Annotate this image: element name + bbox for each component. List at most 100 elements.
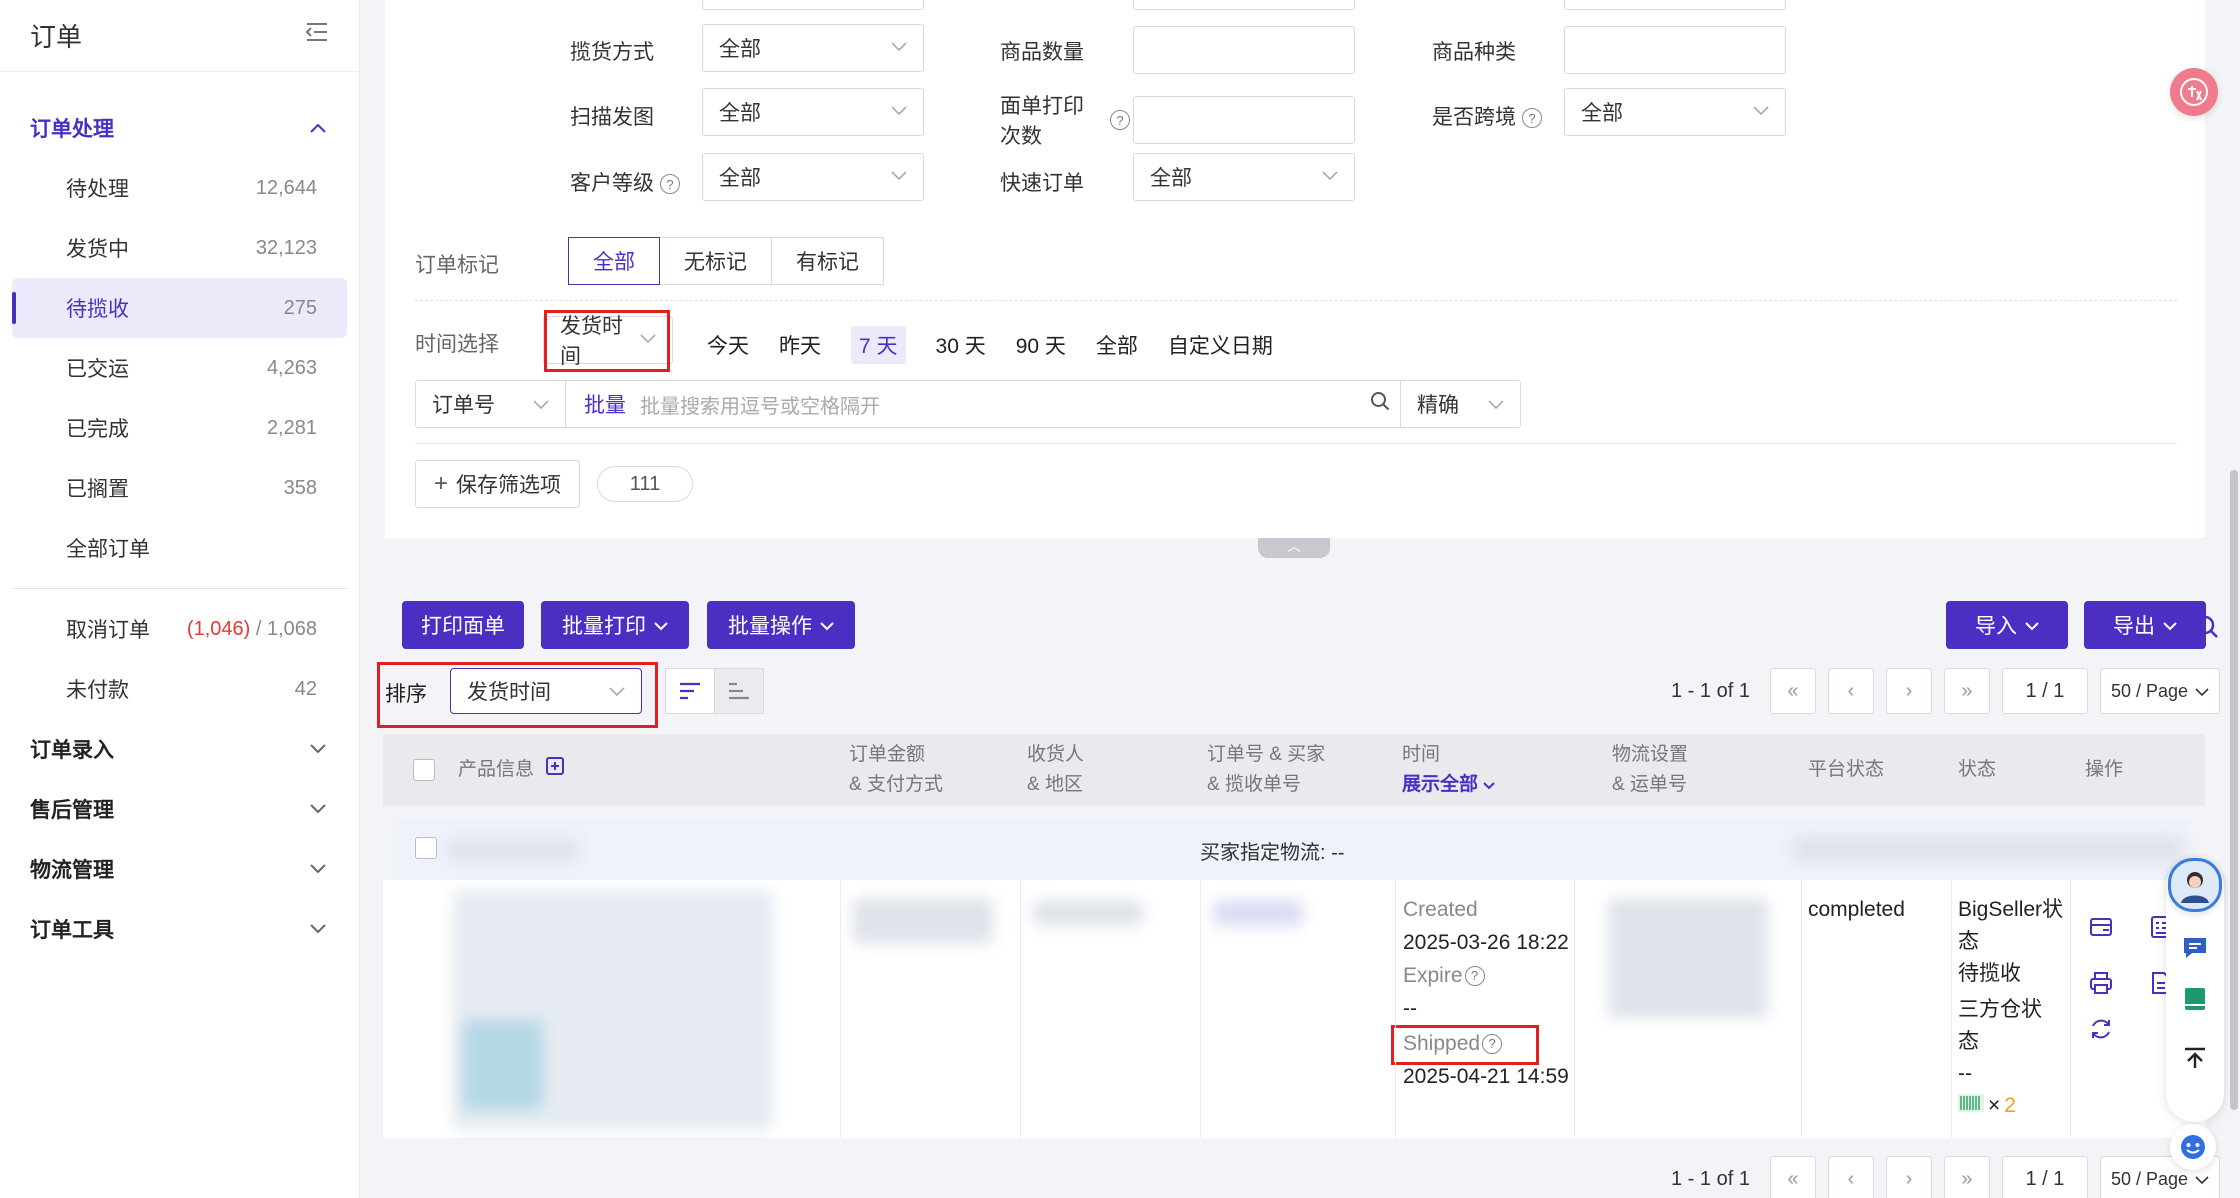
highlight-box xyxy=(544,310,670,372)
chevron-down-icon xyxy=(309,919,327,940)
filter-input-partial[interactable] xyxy=(1133,0,1355,10)
first-page-icon[interactable]: « xyxy=(1769,668,1816,714)
item-qty-input[interactable] xyxy=(1133,26,1355,74)
page-size-select[interactable]: 50 / Page xyxy=(2099,668,2220,714)
time-option-90d[interactable]: 90 天 xyxy=(1016,330,1066,360)
sidebar-item-all-orders[interactable]: 全部订单 xyxy=(12,518,347,578)
search-icon[interactable] xyxy=(2194,614,2220,646)
sidebar-item-count: (1,046) / 1,068 xyxy=(187,618,317,641)
scan-ship-select[interactable]: 全部 xyxy=(702,88,924,136)
support-bot-icon[interactable] xyxy=(2170,1124,2216,1170)
header-time: 时间 展示全部 xyxy=(1402,734,1496,806)
avatar[interactable] xyxy=(2168,858,2222,912)
back-to-top-icon[interactable] xyxy=(2182,1046,2208,1076)
export-button[interactable]: 导出 xyxy=(2084,601,2206,649)
item-types-label: 商品种类 xyxy=(1432,41,1516,64)
customer-level-select[interactable]: 全部 xyxy=(702,153,924,201)
column-divider xyxy=(1395,880,1396,1138)
chat-icon[interactable] xyxy=(2182,936,2208,966)
time-option-custom[interactable]: 自定义日期 xyxy=(1168,330,1273,360)
help-icon[interactable]: ? xyxy=(660,174,680,195)
sidebar-group-after-sales[interactable]: 售后管理 xyxy=(0,779,359,839)
last-page-icon[interactable]: » xyxy=(1943,1156,1990,1198)
save-filter-button[interactable]: + 保存筛选项 xyxy=(415,460,581,508)
sidebar-group-order-entry[interactable]: 订单录入 xyxy=(0,719,359,779)
cross-border-label: 是否跨境? xyxy=(1432,101,1542,131)
first-page-icon[interactable]: « xyxy=(1769,1156,1816,1198)
page-size-value: 50 / Page xyxy=(2110,680,2188,701)
help-icon[interactable]: ? xyxy=(1110,110,1130,130)
cross-border-select[interactable]: 全部 xyxy=(1564,88,1786,136)
sidebar-item-completed[interactable]: 已完成 2,281 xyxy=(12,398,347,458)
row-checkbox[interactable] xyxy=(415,837,437,859)
redacted-logistics xyxy=(1608,898,1768,1018)
sidebar-group-logistics[interactable]: 物流管理 xyxy=(0,839,359,899)
last-page-icon[interactable]: » xyxy=(1943,668,1990,714)
print-label-button[interactable]: 打印面单 xyxy=(402,601,524,649)
collapse-sidebar-icon[interactable] xyxy=(305,21,329,50)
search-field-select[interactable]: 订单号 xyxy=(416,381,566,427)
scrollbar-thumb[interactable] xyxy=(2230,470,2238,1110)
sidebar-item-cancelled[interactable]: 取消订单 (1,046) / 1,068 xyxy=(12,599,347,659)
order-mark-option-marked[interactable]: 有标记 xyxy=(771,237,884,285)
help-icon[interactable]: ? xyxy=(1522,108,1542,129)
help-icon[interactable]: ? xyxy=(1464,966,1485,987)
search-input[interactable]: 批量搜索用逗号或空格隔开 xyxy=(640,390,1360,419)
redacted-product-image xyxy=(463,1020,543,1110)
time-option-yesterday[interactable]: 昨天 xyxy=(779,330,821,360)
page-scrollbar[interactable] xyxy=(2228,0,2240,1198)
filter-input-partial[interactable] xyxy=(1564,0,1786,10)
pagination-bottom: 1 - 1 of 1 « ‹ › » 1 / 1 50 / Page xyxy=(1671,1156,2220,1198)
sort-ascending-icon[interactable] xyxy=(714,668,764,714)
sidebar-item-shipping[interactable]: 发货中 32,123 xyxy=(12,218,347,278)
select-all-checkbox[interactable] xyxy=(413,734,435,806)
pickup-method-select[interactable]: 全部 xyxy=(702,24,924,72)
sidebar-item-pending[interactable]: 待处理 12,644 xyxy=(12,158,347,218)
prev-page-icon[interactable]: ‹ xyxy=(1827,668,1874,714)
sidebar-group-order-tools[interactable]: 订单工具 xyxy=(0,899,359,959)
chevron-down-icon xyxy=(533,392,549,416)
next-page-icon[interactable]: › xyxy=(1885,1156,1932,1198)
expand-plus-icon[interactable] xyxy=(546,755,565,785)
time-option-30d[interactable]: 30 天 xyxy=(936,330,986,360)
redacted-shop-name xyxy=(448,838,578,862)
sort-descending-icon[interactable] xyxy=(665,668,715,714)
collapse-filters-icon[interactable]: ︿ xyxy=(1258,538,1330,558)
print-icon[interactable] xyxy=(2088,970,2114,996)
sidebar-group-order-processing[interactable]: 订单处理 xyxy=(0,98,359,158)
item-types-input[interactable] xyxy=(1564,26,1786,74)
time-option-today[interactable]: 今天 xyxy=(707,330,749,360)
book-icon[interactable] xyxy=(2182,986,2208,1018)
batch-search-link[interactable]: 批量 xyxy=(584,389,626,419)
import-button[interactable]: 导入 xyxy=(1946,601,2068,649)
expire-time: -- xyxy=(1403,997,1417,1020)
print-count-input[interactable] xyxy=(1133,96,1355,144)
refresh-icon[interactable] xyxy=(2088,1016,2114,1042)
order-mark-option-unmarked[interactable]: 无标记 xyxy=(659,237,772,285)
page-indicator[interactable]: 1 / 1 xyxy=(2001,668,2088,714)
show-all-times-link[interactable]: 展示全部 xyxy=(1402,770,1496,800)
batch-ops-button[interactable]: 批量操作 xyxy=(707,601,855,649)
save-filter-label: 保存筛选项 xyxy=(456,474,562,497)
time-option-all[interactable]: 全部 xyxy=(1096,330,1138,360)
prev-page-icon[interactable]: ‹ xyxy=(1827,1156,1874,1198)
saved-filter-chip[interactable]: 111 xyxy=(597,466,693,502)
express-order-select[interactable]: 全部 xyxy=(1133,153,1355,201)
search-icon[interactable] xyxy=(1360,391,1400,417)
next-page-icon[interactable]: › xyxy=(1885,668,1932,714)
redacted-order-no xyxy=(1213,900,1303,926)
translate-icon[interactable] xyxy=(2170,68,2218,116)
sidebar-item-unpaid[interactable]: 未付款 42 xyxy=(12,659,347,719)
page-indicator[interactable]: 1 / 1 xyxy=(2001,1156,2088,1198)
order-mark-option-all[interactable]: 全部 xyxy=(568,237,660,285)
batch-print-button[interactable]: 批量打印 xyxy=(541,601,689,649)
match-mode-select[interactable]: 精确 xyxy=(1400,381,1520,427)
sidebar-item-awaiting-pickup[interactable]: 待揽收 275 xyxy=(12,278,347,338)
sidebar-title: 订单 xyxy=(30,22,83,52)
time-option-7d[interactable]: 7 天 xyxy=(851,326,906,364)
filter-select-partial[interactable] xyxy=(702,0,924,10)
sidebar-item-handed-over[interactable]: 已交运 4,263 xyxy=(12,338,347,398)
ship-icon[interactable] xyxy=(2088,914,2114,940)
pagination-summary: 1 - 1 of 1 xyxy=(1671,1167,1750,1190)
sidebar-item-on-hold[interactable]: 已搁置 358 xyxy=(12,458,347,518)
